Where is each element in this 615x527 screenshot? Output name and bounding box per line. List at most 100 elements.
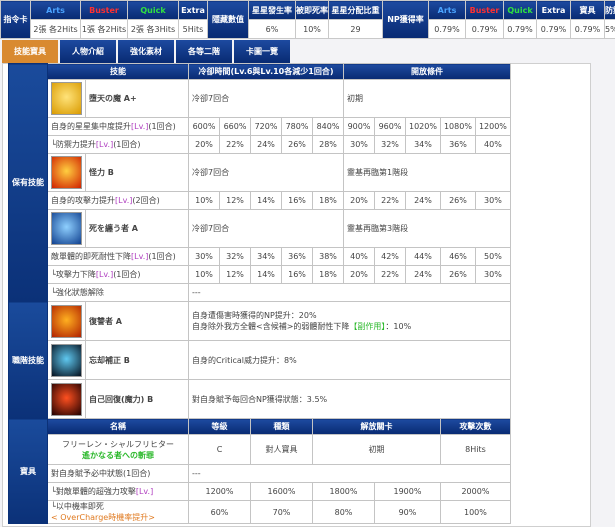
effect-text: └強化狀態解除 <box>51 288 104 297</box>
effect-duration: (1回合) <box>113 140 141 149</box>
effect-duration: (1回合) <box>148 252 176 261</box>
avenger-icon <box>51 304 82 338</box>
np-defense-label: 防禦 <box>604 0 615 20</box>
effect-value: 40% <box>343 247 375 266</box>
np-effect-row: └對敵單體的超強力攻擊[Lv.] 1200% 1600% 1800% 1900% 2000… <box>9 482 511 501</box>
skill-name: 死を纏う者 A <box>85 209 189 248</box>
card-quick-label: Quick <box>127 0 179 20</box>
effect-value: 900% <box>343 117 375 136</box>
np-info-row: フリーレン・シャルフリヒター 遙かなる者への斬罪 C 對人寶具 初期 8Hits <box>9 434 511 465</box>
effect-duration: (2回合) <box>132 196 160 205</box>
death-rate-label: 被即死率 <box>295 0 329 20</box>
effect-value: 30% <box>188 247 220 266</box>
star-gen-value: 6% <box>248 19 296 39</box>
tab-bar: 技能寶具 人物介紹 強化素材 各等二階 卡圖一覽 <box>2 40 290 63</box>
content-panel: 保有技能 技能 冷卻時間(Lv.6與Lv.10各減少1回合) 開放條件 墮天の魔 A+ 冷… <box>2 63 591 527</box>
class-skill-name: 自己回復(魔力) B <box>85 379 189 419</box>
np-effect-row: 對自身賦予必中狀態(1回合) --- <box>9 464 511 483</box>
np-subname: 遙かなる者への斬罪 <box>82 450 154 460</box>
card-buster-value: 1張 各2Hits <box>80 19 128 39</box>
skill-row: 死を纏う者 A 冷卻7回合 靈基再臨第3階段 <box>9 209 511 248</box>
np-effect-value: 100% <box>439 500 511 524</box>
effect-value: 24% <box>250 135 282 154</box>
section-label-np: 寶具 <box>8 418 48 524</box>
skill-icon-cell <box>47 153 86 192</box>
level-tag: [Lv.] <box>131 122 149 131</box>
tab-profile[interactable]: 人物介紹 <box>60 40 116 63</box>
tab-materials[interactable]: 強化素材 <box>118 40 174 63</box>
np-effect-value: --- <box>188 464 511 483</box>
np-buster-value: 0.79% <box>465 19 504 39</box>
np-np-label: 寶具 <box>570 0 605 20</box>
tab-ascension[interactable]: 各等二階 <box>176 40 232 63</box>
np-header: 名稱 <box>47 418 189 435</box>
desc-line: 自身的Critical威力提升：8% <box>192 355 507 366</box>
desc-line: 自身除外我方全體<含候補>的弱體耐性下降【副作用】：10% <box>192 321 507 332</box>
effect-label: 自身的星星集中度提升[Lv.](1回合) <box>47 117 189 136</box>
np-effect-value: 70% <box>250 500 313 524</box>
effect-value: 960% <box>374 117 406 136</box>
effect-value: 16% <box>281 191 313 210</box>
class-skill-desc: 自身的Critical威力提升：8% <box>188 340 511 380</box>
effect-value: 32% <box>374 135 406 154</box>
desc-line: 對自身賦予每回合NP獲得狀態：3.5% <box>192 394 507 405</box>
effect-value: 1020% <box>405 117 441 136</box>
effect-value: 14% <box>250 265 282 284</box>
card-quick-value: 2張 各3Hits <box>127 19 179 39</box>
effect-value: 14% <box>250 191 282 210</box>
effect-value: 24% <box>405 265 441 284</box>
skill-icon-cell <box>47 209 86 248</box>
skills-header-row: 保有技能 技能 冷卻時間(Lv.6與Lv.10各減少1回合) 開放條件 <box>8 63 511 302</box>
desc-text: 自身遭傷害時獲得的NP提升：20% <box>192 311 317 320</box>
effect-value: 30% <box>343 135 375 154</box>
desc-line: 自身遭傷害時獲得的NP提升：20% <box>192 310 507 321</box>
star-up-icon <box>51 82 82 115</box>
skills-header: 開放條件 <box>343 63 511 80</box>
np-effect-line: └以中機率即死 <box>51 502 185 513</box>
effect-value: 22% <box>374 191 406 210</box>
effect-label: └強化狀態解除 <box>47 283 189 302</box>
effect-value: 28% <box>312 135 344 154</box>
effect-label: 自身的攻擊力提升[Lv.](2回合) <box>47 191 189 210</box>
np-extra-value: 0.79% <box>536 19 571 39</box>
np-header: 等級 <box>188 418 251 435</box>
effect-value: 30% <box>474 265 511 284</box>
effect-value: 660% <box>219 117 251 136</box>
class-skill-row: 職階技能 復讐者 A 自身遭傷害時獲得的NP提升：20% 自身除外我方全體<含候補>的… <box>8 301 511 419</box>
level-tag: [Lv.] <box>95 270 114 279</box>
command-card-label: 指令卡 <box>0 0 31 39</box>
effect-value: 20% <box>343 191 375 210</box>
np-effect-label: └對敵單體的超強力攻擊[Lv.] <box>47 482 189 501</box>
effect-value: 30% <box>474 191 511 210</box>
np-effect-text: └以中機率即死 <box>51 502 104 511</box>
np-header: 解放關卡 <box>312 418 441 435</box>
card-extra-label: Extra <box>178 0 208 20</box>
level-tag: [Lv.] <box>131 252 149 261</box>
effect-duration: (1回合) <box>148 122 176 131</box>
card-stats-table: 指令卡 Arts Buster Quick Extra 隱藏數值 星星發生率 被… <box>0 0 615 39</box>
effect-value: --- <box>188 283 511 302</box>
effect-text: 自身的星星集中度提升 <box>51 122 131 131</box>
skill-row: 怪力 B 冷卻7回合 靈基再臨第1階段 <box>9 153 511 192</box>
effect-value: 24% <box>405 191 441 210</box>
skill-effect-row: 敵單體的即死耐性下降[Lv.](1回合) 30% 32% 34% 36% 38% 40% 42… <box>9 247 511 266</box>
effect-value: 34% <box>405 135 441 154</box>
class-skill-desc: 自身遭傷害時獲得的NP提升：20% 自身除外我方全體<含候補>的弱體耐性下降【副作… <box>188 301 511 341</box>
class-skill-row: 自己回復(魔力) B 對自身賦予每回合NP獲得狀態：3.5% <box>9 379 511 419</box>
tab-card-art[interactable]: 卡圖一覽 <box>234 40 290 63</box>
tab-skills-np[interactable]: 技能寶具 <box>2 40 58 63</box>
np-header: 攻擊次數 <box>439 418 511 435</box>
card-buster-label: Buster <box>80 0 128 20</box>
np-effect-value: 90% <box>374 500 441 524</box>
card-arts-value: 2張 各2Hits <box>30 19 81 39</box>
class-skill-icon-cell <box>47 301 86 341</box>
effect-label: 敵單體的即死耐性下降[Lv.](1回合) <box>47 247 189 266</box>
np-unlock: 初期 <box>312 434 441 465</box>
effect-value: 46% <box>439 247 476 266</box>
skill-effect-row: └攻擊力下降[Lv.](1回合) 10% 12% 14% 16% 18% 20% 22% 24%… <box>9 265 511 284</box>
np-effect-row: └以中機率即死 < OverCharge時機率提升> 60% 70% 80% 90% 100… <box>9 500 511 524</box>
effect-value: 50% <box>474 247 511 266</box>
np-effect-value: 1900% <box>374 482 441 501</box>
np-effect-label: └以中機率即死 < OverCharge時機率提升> <box>47 500 189 524</box>
np-effect-value: 1800% <box>312 482 375 501</box>
